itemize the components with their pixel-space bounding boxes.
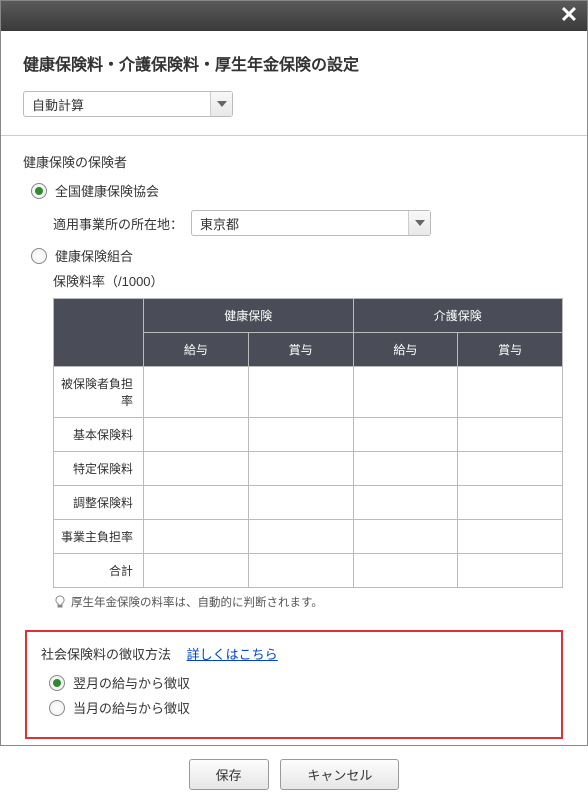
col-kenko: 健康保険 [144, 299, 354, 333]
radio-kyokai[interactable]: 全国健康保険協会 [31, 181, 565, 200]
save-button[interactable]: 保存 [189, 759, 269, 790]
dialog-content: 健康保険料・介護保険料・厚生年金保険の設定 自動計算 健康保険の保険者 全国健康… [1, 31, 587, 804]
office-location-row: 適用事業所の所在地： 東京都 [53, 210, 565, 236]
rate-table-wrap: 健康保険 介護保険 給与 賞与 給与 賞与 被保険者負担率 基本保険料 特定保険… [53, 298, 565, 588]
collection-heading: 社会保険料の徴収方法 [41, 647, 171, 662]
table-row: 合計 [54, 554, 563, 588]
table-row: 基本保険料 [54, 418, 563, 452]
tip-row: 厚生年金保険の料率は、自動的に判断されます。 [53, 594, 565, 610]
divider [1, 135, 587, 136]
col-kaigo: 介護保険 [353, 299, 563, 333]
office-location-value: 東京都 [200, 214, 239, 233]
button-row: 保存 キャンセル [23, 759, 565, 790]
radio-label: 翌月の給与から徴収 [73, 673, 190, 692]
table-row: 特定保険料 [54, 452, 563, 486]
table-row: 被保険者負担率 [54, 367, 563, 418]
radio-this-month[interactable]: 当月の給与から徴収 [49, 698, 547, 717]
calc-mode-select[interactable]: 自動計算 [23, 91, 233, 117]
collection-method-box: 社会保険料の徴収方法 詳しくはこちら 翌月の給与から徴収 当月の給与から徴収 [25, 630, 563, 739]
details-link[interactable]: 詳しくはこちら [187, 647, 278, 662]
table-row: 事業主負担率 [54, 520, 563, 554]
calc-mode-value: 自動計算 [32, 95, 84, 114]
lightbulb-icon [53, 595, 67, 609]
radio-label: 当月の給与から徴収 [73, 698, 190, 717]
dialog-title: 健康保険料・介護保険料・厚生年金保険の設定 [23, 51, 565, 75]
rate-label: 保険料率（/1000） [53, 271, 565, 290]
radio-icon [49, 675, 65, 691]
radio-icon [31, 183, 47, 199]
radio-next-month[interactable]: 翌月の給与から徴収 [49, 673, 547, 692]
tip-text: 厚生年金保険の料率は、自動的に判断されます。 [71, 594, 323, 610]
radio-label: 健康保険組合 [55, 246, 133, 265]
office-location-label: 適用事業所の所在地： [53, 214, 183, 233]
subcol-kyu1: 給与 [144, 333, 249, 367]
cancel-button[interactable]: キャンセル [280, 759, 399, 790]
close-button[interactable]: ✕ [557, 4, 581, 28]
subcol-kyu2: 給与 [353, 333, 458, 367]
chevron-down-icon [408, 211, 430, 235]
radio-icon [31, 248, 47, 264]
radio-kumiai[interactable]: 健康保険組合 [31, 246, 565, 265]
close-icon: ✕ [560, 2, 578, 27]
subcol-sho2: 賞与 [458, 333, 563, 367]
rate-table: 健康保険 介護保険 給与 賞与 給与 賞与 被保険者負担率 基本保険料 特定保険… [53, 298, 563, 588]
table-row: 調整保険料 [54, 486, 563, 520]
insurer-heading: 健康保険の保険者 [23, 152, 565, 171]
subcol-sho1: 賞与 [248, 333, 353, 367]
radio-label: 全国健康保険協会 [55, 181, 159, 200]
chevron-down-icon [210, 92, 232, 116]
dialog-header: ✕ [1, 1, 587, 31]
radio-icon [49, 700, 65, 716]
office-location-select[interactable]: 東京都 [191, 210, 431, 236]
